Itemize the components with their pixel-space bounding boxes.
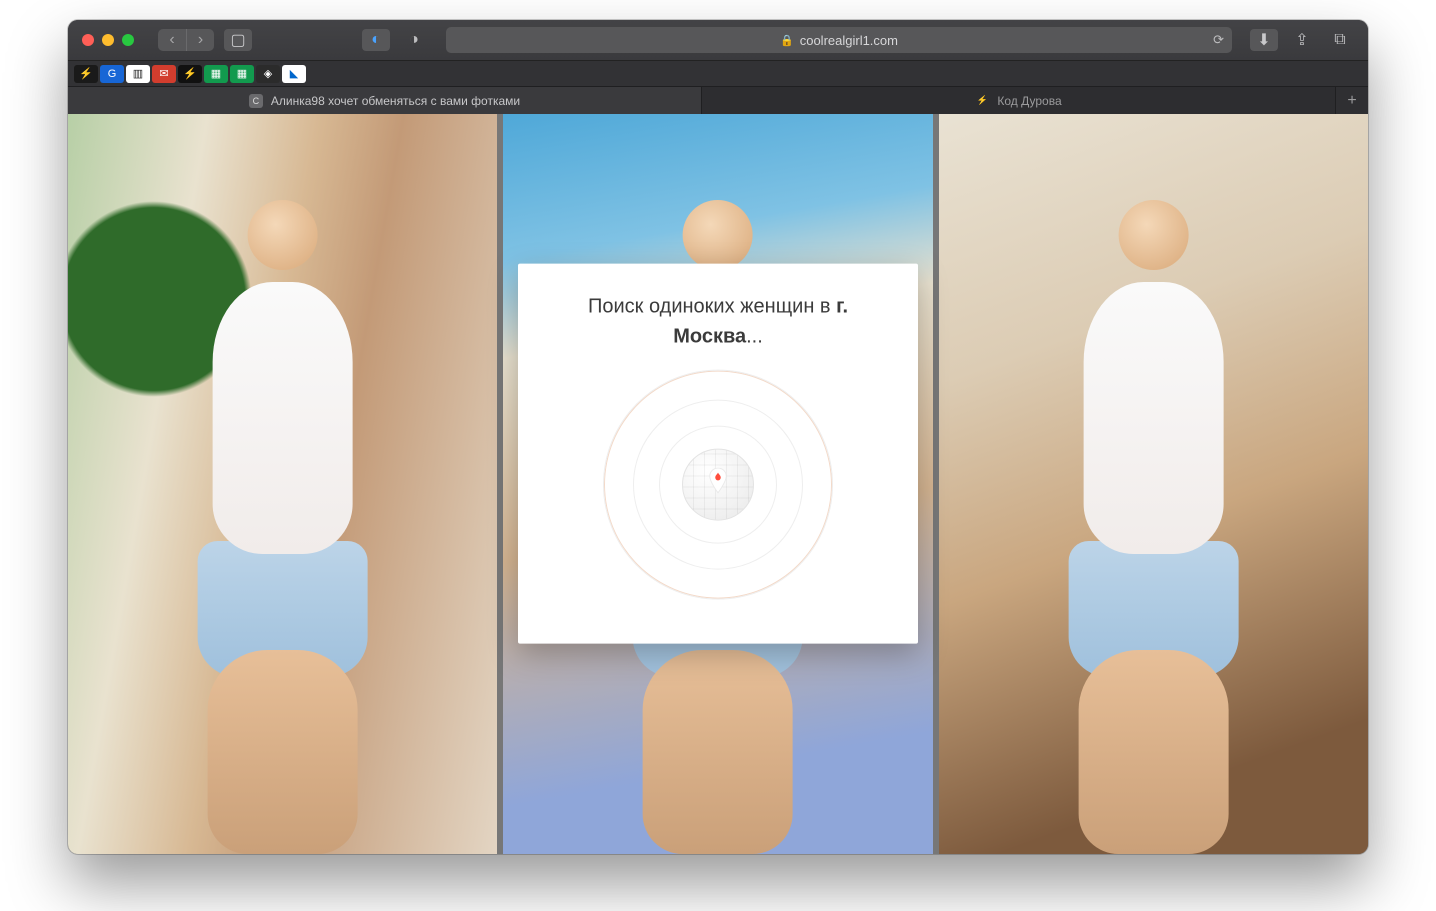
- chevron-right-icon: ›: [198, 31, 203, 49]
- bolt-icon: ⚡: [79, 67, 93, 80]
- sidebar-icon: ▢: [230, 30, 245, 50]
- search-modal: Поиск одиноких женщин в г. Москва...: [518, 264, 918, 644]
- sheets-icon: ▦: [211, 67, 221, 80]
- cube-icon: ◈: [264, 67, 272, 80]
- favorite-item[interactable]: ◈: [256, 65, 280, 83]
- mail-icon: ✉: [159, 67, 168, 80]
- share-icon: ⇪: [1295, 30, 1308, 50]
- page-content: Поиск одиноких женщин в г. Москва...: [68, 114, 1368, 854]
- lightning-icon: ⚡: [183, 67, 197, 80]
- minimize-window-button[interactable]: [102, 34, 114, 46]
- favorite-item[interactable]: ✉: [152, 65, 176, 83]
- favorite-item[interactable]: G: [100, 65, 124, 83]
- gallery-image: [939, 114, 1368, 854]
- privacy-report-button[interactable]: ◐: [362, 29, 390, 51]
- chart-icon: ▥: [133, 67, 143, 80]
- back-button[interactable]: ‹: [158, 29, 186, 51]
- tab-bar: C Алинка98 хочет обменяться с вами фотка…: [68, 86, 1368, 114]
- share-button[interactable]: ⇪: [1288, 29, 1316, 51]
- tracking-button[interactable]: ◑: [400, 29, 428, 51]
- browser-window: ‹ › ▢ ◐ ◑ 🔒 coolrealgirl1.com ⟳ ⬇ ⇪: [68, 20, 1368, 854]
- sheets-icon: ▦: [237, 67, 247, 80]
- heading-bold2: Москва: [673, 326, 746, 348]
- heading-bold1: г.: [836, 296, 848, 318]
- zoom-window-button[interactable]: [122, 34, 134, 46]
- privacy-icon: ◑: [409, 31, 419, 49]
- tab-title: Код Дурова: [997, 94, 1061, 108]
- toolbar: ‹ › ▢ ◐ ◑ 🔒 coolrealgirl1.com ⟳ ⬇ ⇪: [68, 20, 1368, 60]
- person-silhouette: [1016, 173, 1291, 854]
- favorite-item[interactable]: ⚡: [74, 65, 98, 83]
- url-text: coolrealgirl1.com: [800, 33, 898, 48]
- tab-overview-button[interactable]: ⧉: [1326, 29, 1354, 51]
- app-icon: ◣: [290, 67, 298, 80]
- gallery-image: [68, 114, 497, 854]
- reload-button[interactable]: ⟳: [1213, 32, 1224, 48]
- favorite-item[interactable]: ⚡: [178, 65, 202, 83]
- letter-g-icon: G: [108, 68, 117, 80]
- address-bar[interactable]: 🔒 coolrealgirl1.com ⟳: [446, 27, 1232, 53]
- modal-heading: Поиск одиноких женщин в г. Москва...: [544, 292, 892, 352]
- radar-animation: [603, 370, 833, 600]
- toolbar-right: ⬇ ⇪ ⧉: [1250, 29, 1354, 51]
- plus-icon: +: [1347, 92, 1356, 110]
- favorite-item[interactable]: ▦: [230, 65, 254, 83]
- shield-icon: ◐: [371, 31, 381, 49]
- favorites-bar: ⚡ G ▥ ✉ ⚡ ▦ ▦ ◈ ◣: [68, 60, 1368, 86]
- tab-favicon: ⚡: [975, 94, 989, 108]
- tab-favicon: C: [249, 94, 263, 108]
- chevron-left-icon: ‹: [169, 31, 174, 49]
- download-icon: ⬇: [1257, 30, 1270, 50]
- nav-arrows: ‹ ›: [158, 29, 214, 51]
- favorite-item[interactable]: ▦: [204, 65, 228, 83]
- forward-button[interactable]: ›: [186, 29, 214, 51]
- downloads-button[interactable]: ⬇: [1250, 29, 1278, 51]
- tab-title: Алинка98 хочет обменяться с вами фотками: [271, 94, 520, 108]
- window-controls: [82, 34, 134, 46]
- heading-suffix: ...: [746, 326, 763, 348]
- flame-pin-icon: [707, 468, 729, 496]
- person-silhouette: [145, 173, 420, 854]
- tab-inactive[interactable]: ⚡ Код Дурова: [702, 87, 1336, 114]
- close-window-button[interactable]: [82, 34, 94, 46]
- favorite-item[interactable]: ◣: [282, 65, 306, 83]
- tabs-icon: ⧉: [1334, 31, 1345, 49]
- sidebar-toggle-button[interactable]: ▢: [224, 29, 252, 51]
- favorite-item[interactable]: ▥: [126, 65, 150, 83]
- tab-active[interactable]: C Алинка98 хочет обменяться с вами фотка…: [68, 87, 702, 114]
- heading-prefix: Поиск одиноких женщин в: [588, 296, 836, 318]
- new-tab-button[interactable]: +: [1336, 87, 1368, 114]
- lock-icon: 🔒: [780, 34, 794, 47]
- favicon-letter: C: [253, 96, 260, 106]
